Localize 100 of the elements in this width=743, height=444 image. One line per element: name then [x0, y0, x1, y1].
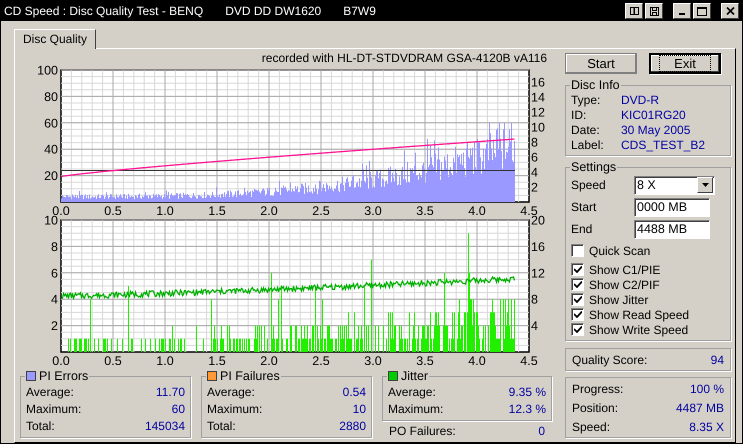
- axis-label: 4: [531, 319, 538, 334]
- axis-label: 4: [51, 292, 58, 307]
- progress-label: Progress:: [572, 382, 624, 396]
- axis-label: 2.5: [312, 354, 330, 365]
- axis-label: 0.5: [104, 204, 122, 215]
- info-value: DVD-R: [621, 92, 660, 106]
- input-field[interactable]: 4488 MB: [634, 220, 710, 238]
- axis-label: 4.0: [468, 354, 486, 365]
- axis-label: 20: [531, 215, 545, 228]
- speed-dropdown[interactable]: 8 X: [634, 176, 715, 194]
- maximize-button[interactable]: [693, 3, 711, 19]
- info-value: KIC01RG20: [621, 108, 687, 122]
- info-value: CDS_TEST_B2: [621, 138, 706, 152]
- axis-label: 12: [531, 106, 545, 120]
- axis-label: 3.0: [364, 354, 382, 365]
- stat-value: 2880: [339, 418, 366, 432]
- info-label: Date:: [571, 122, 601, 136]
- axis-label: 40: [44, 142, 58, 157]
- group-title: Disc Info: [571, 78, 620, 92]
- checkbox-label: Show C2/PIF: [589, 278, 660, 292]
- window-title: CD Speed : Disc Quality Test - BENQ: [4, 4, 204, 18]
- stat-label: Maximum:: [388, 402, 444, 416]
- axis-label: 2: [531, 180, 538, 194]
- axis-label: 8: [531, 292, 538, 307]
- stat-value: 12.3 %: [508, 402, 546, 416]
- stat-label: Maximum:: [26, 402, 82, 416]
- save-icon[interactable]: [645, 3, 663, 19]
- checkbox-label: Show Write Speed: [589, 322, 688, 336]
- checkbox[interactable]: [571, 263, 584, 276]
- axis-label: 0.0: [52, 204, 70, 215]
- stat-label: Total:: [26, 418, 55, 432]
- axis-label: 10: [44, 215, 58, 228]
- stat-label: PO Failures:: [389, 424, 456, 438]
- checkbox[interactable]: [571, 244, 584, 257]
- checkbox[interactable]: [571, 308, 584, 321]
- axis-label: 10: [531, 120, 545, 134]
- axis-label: 4.0: [468, 204, 486, 215]
- stat-value: 10: [352, 402, 366, 416]
- progress-value: 4487 MB: [676, 400, 724, 414]
- stat-label: Average:: [207, 384, 255, 398]
- axis-label: 12: [531, 266, 545, 280]
- info-label: ID:: [571, 108, 588, 122]
- axis-label: 6: [51, 266, 58, 280]
- checkbox[interactable]: [571, 293, 584, 306]
- checkbox-label: Show Read Speed: [589, 308, 690, 322]
- info-value: 30 May 2005: [621, 122, 692, 136]
- axis-label: 8: [51, 240, 58, 254]
- axis-label: 16: [531, 240, 545, 254]
- axis-label: 8: [531, 136, 538, 150]
- recorder-note: recorded with HL-DT-STDVDRAM GSA-4120B vA116: [260, 51, 548, 65]
- stat-value: 0.54: [342, 384, 366, 398]
- progress-value: 100 %: [690, 382, 724, 396]
- stat-value: 60: [172, 402, 185, 416]
- progress-label: Speed:: [572, 420, 610, 434]
- stat-label: Average:: [26, 384, 74, 398]
- axis-label: 2: [51, 319, 58, 334]
- axis-label: 2.0: [260, 204, 278, 215]
- field-label: End: [571, 222, 594, 236]
- axis-label: 3.5: [416, 204, 434, 215]
- group-title: Settings: [571, 160, 616, 174]
- stat-value: 145034: [144, 418, 185, 432]
- axis-label: 3.0: [364, 204, 382, 215]
- action-button[interactable]: Exit: [649, 53, 721, 74]
- stat-label: Total:: [207, 418, 236, 432]
- axis-label: 1.5: [208, 204, 226, 215]
- progress-label: Position:: [572, 400, 618, 414]
- axis-label: 1.5: [208, 354, 226, 365]
- checkbox[interactable]: [571, 278, 584, 291]
- axis-label: 4.5: [520, 204, 538, 215]
- axis-label: 1.0: [156, 354, 174, 365]
- group-title: PI Errors: [39, 369, 88, 383]
- axis-label: 2.5: [312, 204, 330, 215]
- axis-label: 4: [531, 166, 538, 180]
- field-label: Start: [571, 200, 598, 214]
- info-label: Label:: [571, 138, 605, 152]
- axis-label: 100: [37, 65, 58, 78]
- axis-label: 2.0: [260, 354, 278, 365]
- axis-label: 16: [531, 76, 545, 90]
- stat-value: 0: [538, 424, 545, 438]
- close-icon: [726, 7, 734, 15]
- action-button[interactable]: Start: [565, 53, 637, 74]
- minimize-button[interactable]: [673, 3, 691, 19]
- tab[interactable]: Disc Quality: [14, 29, 96, 49]
- checkbox[interactable]: [571, 323, 584, 336]
- checkbox-label: Show Jitter: [589, 292, 648, 306]
- close-button[interactable]: [721, 3, 739, 19]
- checkbox-label: Show C1/PIE: [589, 262, 660, 276]
- axis-label: 14: [531, 90, 545, 104]
- field-label: Speed: [571, 178, 607, 192]
- axis-label: 3.5: [416, 354, 434, 365]
- axis-label: 0.0: [52, 354, 70, 365]
- axis-label: 4.5: [520, 354, 538, 365]
- window-title: DVD DD DW1620: [225, 4, 322, 18]
- group-title: Jitter: [401, 369, 428, 383]
- input-field[interactable]: 0000 MB: [634, 198, 710, 216]
- group-title: PI Failures: [220, 369, 280, 383]
- maximize-icon: [697, 6, 707, 16]
- axis-label: 6: [531, 150, 538, 164]
- book-icon[interactable]: [625, 3, 643, 19]
- score-value: 94: [710, 352, 724, 366]
